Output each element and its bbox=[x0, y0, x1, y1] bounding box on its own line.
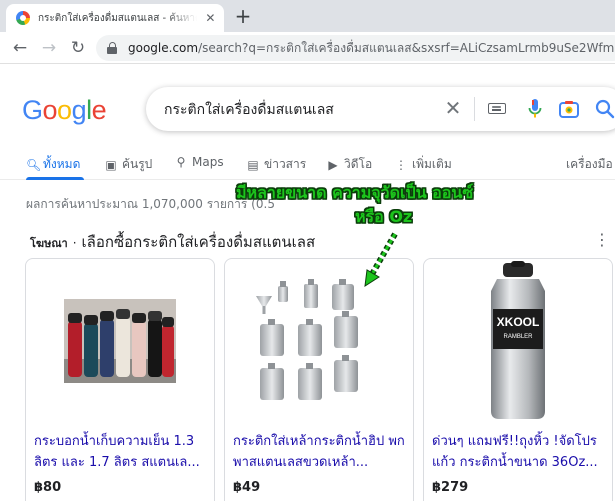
logo-letter: g bbox=[71, 95, 87, 125]
separator-dot: · bbox=[72, 236, 77, 250]
image-icon: ▣ bbox=[105, 157, 117, 172]
news-icon: ▤ bbox=[247, 157, 259, 172]
map-pin-icon: ⚲ bbox=[176, 155, 186, 169]
url-host: google.com bbox=[128, 40, 199, 55]
address-bar[interactable]: google.com/search?q=กระติกใส่เครื่องดื่ม… bbox=[96, 35, 615, 61]
product-card[interactable]: กระติกใส่เหล้ากระติกน้ำฮิป พกพาสแตนเลสขว… bbox=[224, 258, 414, 501]
ads-menu-icon[interactable]: ⋮ bbox=[594, 230, 610, 249]
tumblers-photo bbox=[64, 299, 176, 383]
annotation-arrow-icon bbox=[364, 232, 398, 287]
tab-label: ค้นรูป bbox=[122, 157, 153, 171]
forward-arrow-icon[interactable]: → bbox=[37, 36, 61, 60]
mic-icon[interactable] bbox=[528, 99, 542, 119]
tab-label: วิดีโอ bbox=[344, 157, 373, 171]
tab-label: เพิ่มเติม bbox=[412, 157, 452, 171]
keyboard-icon[interactable] bbox=[488, 103, 506, 114]
logo-letter: o bbox=[42, 95, 58, 125]
logo-letter: G bbox=[22, 95, 43, 125]
annotation-line-1: มีหลายขนาด ความจุวัดเป็น ออนซ์ bbox=[236, 183, 474, 202]
clear-search-icon[interactable]: ✕ bbox=[442, 97, 464, 119]
tab-maps[interactable]: ⚲ Maps bbox=[175, 155, 224, 169]
product-title[interactable]: ด่วนๆ แถมฟรี!!ถุงหิ้ว !จัดโปร แก้ว กระติ… bbox=[432, 431, 604, 473]
tab-label: Maps bbox=[192, 155, 224, 169]
url-path: /search?q=กระติกใส่เครื่องดื่มสแตนเลส&sx… bbox=[198, 40, 615, 55]
annotation-line-2: หรือ Oz bbox=[355, 207, 413, 226]
ads-title: เลือกซื้อกระติกใส่เครื่องดื่มสแตนเลส bbox=[81, 233, 316, 251]
reload-icon[interactable]: ↻ bbox=[66, 36, 90, 60]
product-image[interactable] bbox=[26, 259, 214, 423]
tab-all[interactable]: 🔍︎ ทั้งหมด bbox=[26, 155, 80, 174]
tab-close-icon[interactable]: ✕ bbox=[203, 11, 218, 25]
product-image[interactable]: XKOOL RAMBLER bbox=[424, 259, 612, 423]
tab-news[interactable]: ▤ ข่าวสาร bbox=[247, 155, 306, 174]
tab-label: ทั้งหมด bbox=[43, 157, 81, 171]
tab-images[interactable]: ▣ ค้นรูป bbox=[105, 155, 152, 174]
logo-letter: e bbox=[91, 95, 107, 125]
search-icon: 🔍︎ bbox=[26, 157, 42, 172]
search-box[interactable]: กระติกใส่เครื่องดื่มสแตนเลส ✕ bbox=[146, 87, 615, 131]
search-submit-icon[interactable] bbox=[595, 99, 615, 119]
searchbox-divider bbox=[474, 97, 475, 121]
browser-tab[interactable]: กระติกใส่เครื่องดื่มสแตนเลส - ค้นหาด้วย … bbox=[6, 4, 224, 32]
new-tab-button[interactable]: + bbox=[232, 5, 254, 27]
product-title[interactable]: กระติกใส่เหล้ากระติกน้ำฮิป พกพาสแตนเลสขว… bbox=[233, 431, 405, 473]
product-price: ฿80 bbox=[34, 480, 62, 495]
sponsored-label: โฆษณา bbox=[30, 237, 68, 250]
logo-letter: o bbox=[57, 95, 72, 125]
product-title[interactable]: กระบอกน้ำเก็บความเย็น 1.3 ลิตร และ 1.7 ล… bbox=[34, 431, 206, 473]
more-vert-icon: ⋮ bbox=[395, 157, 407, 172]
product-card[interactable]: XKOOL RAMBLER ด่วนๆ แถมฟรี!!ถุงหิ้ว !จัด… bbox=[423, 258, 613, 501]
search-input[interactable]: กระติกใส่เครื่องดื่มสแตนเลส bbox=[164, 99, 334, 121]
browser-tabstrip: กระติกใส่เครื่องดื่มสแตนเลส - ค้นหาด้วย … bbox=[0, 0, 615, 32]
bottle-sub-text: RAMBLER bbox=[503, 334, 533, 340]
browser-toolbar: ← → ↻ google.com/search?q=กระติกใส่เครื่… bbox=[0, 32, 615, 64]
steel-bottle-photo: XKOOL RAMBLER bbox=[491, 261, 545, 419]
google-logo[interactable]: Google bbox=[22, 95, 107, 126]
tab-label: เครื่องมือ bbox=[566, 157, 613, 171]
url-text[interactable]: google.com/search?q=กระติกใส่เครื่องดื่ม… bbox=[128, 39, 615, 58]
active-tab-indicator bbox=[26, 177, 84, 180]
bottle-brand-text: XKOOL bbox=[497, 315, 540, 329]
search-tabs: 🔍︎ ทั้งหมด ▣ ค้นรูป ⚲ Maps ▤ ข่าวสาร ▶ วิดีโอ… bbox=[0, 150, 615, 180]
hip-flasks-photo bbox=[256, 279, 358, 400]
product-card[interactable]: กระบอกน้ำเก็บความเย็น 1.3 ลิตร และ 1.7 ล… bbox=[25, 258, 215, 501]
tab-label: ข่าวสาร bbox=[264, 157, 307, 171]
tab-tools[interactable]: เครื่องมือ bbox=[566, 155, 613, 174]
tab-more[interactable]: ⋮ เพิ่มเติม bbox=[395, 155, 452, 174]
tab-title: กระติกใส่เครื่องดื่มสแตนเลส - ค้นหาด้วย … bbox=[38, 12, 197, 24]
google-favicon-icon bbox=[16, 11, 30, 25]
ads-header: โฆษณา · เลือกซื้อกระติกใส่เครื่องดื่มสแต… bbox=[30, 230, 315, 254]
lock-icon[interactable] bbox=[106, 42, 118, 54]
product-price: ฿279 bbox=[432, 480, 469, 495]
back-arrow-icon[interactable]: ← bbox=[8, 36, 32, 60]
product-price: ฿49 bbox=[233, 480, 261, 495]
tab-videos[interactable]: ▶ วิดีโอ bbox=[327, 155, 372, 174]
camera-search-icon[interactable] bbox=[559, 100, 579, 118]
video-icon: ▶ bbox=[328, 157, 338, 172]
